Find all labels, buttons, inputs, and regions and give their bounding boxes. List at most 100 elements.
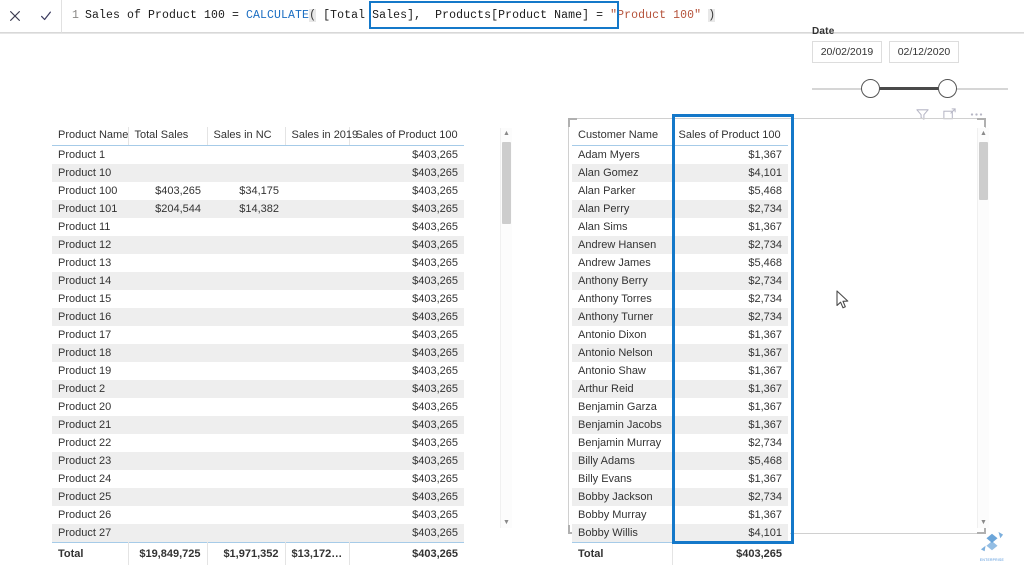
customer-table-scrollbar[interactable]: ▲ ▼ [977,128,989,528]
cell-value: $1,367 [748,473,782,485]
table-row[interactable]: Alan Parker $5,468 [572,182,788,200]
table-row[interactable]: Product 25 $403,265 [52,488,464,506]
table-row[interactable]: Product 100 $403,265 $34,175 $403,265 [52,182,464,200]
scroll-down-icon[interactable]: ▼ [501,517,512,528]
table-row[interactable]: Antonio Shaw $1,367 [572,362,788,380]
total-label: Total [52,542,129,565]
product-table-scrollbar[interactable]: ▲ ▼ [500,128,512,528]
table-row[interactable]: Product 26 $403,265 [52,506,464,524]
table-row[interactable]: Andrew James $5,468 [572,254,788,272]
date-slicer-selected-range [869,87,947,90]
table-row[interactable]: Benjamin Jacobs $1,367 [572,416,788,434]
product-sales-table-body: Product 1 $403,265 Product 10 $403,265 Produ… [52,146,464,543]
table-row[interactable]: Product 10 $403,265 [52,164,464,182]
cell-value [285,470,349,488]
table-row[interactable]: Adam Myers $1,367 [572,146,788,165]
visual-header-toolbar [915,107,984,122]
table-row[interactable]: Bobby Murray $1,367 [572,506,788,524]
total-total-sales: $19,849,725 [128,542,208,565]
cell-value: $403,265 [349,380,464,398]
cell-value [285,434,349,452]
scroll-up-icon[interactable]: ▲ [501,128,512,139]
table-row[interactable]: Product 11 $403,265 [52,218,464,236]
scroll-down-icon[interactable]: ▼ [978,517,989,528]
table-row[interactable]: Product 12 $403,265 [52,236,464,254]
column-header-sales-of-product-100[interactable]: Sales of Product 100 [349,127,464,146]
table-row[interactable]: Anthony Torres $2,734 [572,290,788,308]
column-header-total-sales[interactable]: Total Sales [128,127,208,146]
table-row[interactable]: Bobby Jackson $2,734 [572,488,788,506]
table-row[interactable]: Benjamin Garza $1,367 [572,398,788,416]
cell-value [128,290,207,308]
table-row[interactable]: Antonio Dixon $1,367 [572,326,788,344]
column-header-product-name[interactable]: Product Name [52,127,129,146]
table-row[interactable]: Product 101 $204,544 $14,382 $403,265 [52,200,464,218]
column-header-customer-name[interactable]: Customer Name [572,127,673,146]
resize-handle-top-left[interactable] [568,118,577,127]
table-total-row: Total $403,265 [572,542,788,565]
close-icon[interactable] [4,5,26,27]
cell-value: $5,468 [748,257,782,269]
filter-icon[interactable] [915,107,930,122]
formula-text: 1 Sales of Product 100 = CALCULATE( [Tota… [62,0,716,32]
cell-value: $403,265 [412,509,458,521]
table-row[interactable]: Product 21 $403,265 [52,416,464,434]
cell-value: $403,265 [412,365,458,377]
table-row[interactable]: Alan Perry $2,734 [572,200,788,218]
date-slicer-handle-right[interactable] [938,79,957,98]
table-row[interactable]: Arthur Reid $1,367 [572,380,788,398]
table-row[interactable]: Antonio Nelson $1,367 [572,344,788,362]
cell-value [128,398,207,416]
table-row[interactable]: Product 22 $403,265 [52,434,464,452]
table-row[interactable]: Andrew Hansen $2,734 [572,236,788,254]
table-row[interactable]: Billy Adams $5,468 [572,452,788,470]
customer-sales-table[interactable]: Customer Name Sales of Product 100 Adam … [572,127,790,565]
cell-value: $403,265 [412,221,458,233]
cell-value [207,344,285,362]
cell-value [207,470,285,488]
scrollbar-thumb[interactable] [502,142,511,224]
date-slicer-track[interactable] [812,78,1008,100]
table-row[interactable]: Product 14 $403,265 [52,272,464,290]
cell-value [207,326,285,344]
date-slicer-start-input[interactable]: 20/02/2019 [812,41,882,63]
table-row[interactable]: Bobby Willis $4,101 [572,524,788,543]
table-row[interactable]: Anthony Turner $2,734 [572,308,788,326]
table-row[interactable]: Product 2 $403,265 [52,380,464,398]
table-row[interactable]: Anthony Berry $2,734 [572,272,788,290]
table-row[interactable]: Alan Gomez $4,101 [572,164,788,182]
table-row[interactable]: Product 19 $403,265 [52,362,464,380]
column-header-sales-in-2019[interactable]: Sales in 2019 [285,127,358,146]
checkmark-icon[interactable] [35,5,57,27]
table-row[interactable]: Product 15 $403,265 [52,290,464,308]
table-row[interactable]: Product 23 $403,265 [52,452,464,470]
table-row[interactable]: Product 17 $403,265 [52,326,464,344]
cell-value [128,344,207,362]
date-slicer-handle-left[interactable] [861,79,880,98]
product-sales-table[interactable]: Product Name Total Sales Sales in NC Sal… [52,127,467,565]
cell-value [285,290,349,308]
cell-value [285,164,349,182]
table-row[interactable]: Product 27 $403,265 [52,524,464,543]
cell-name: Andrew James [578,257,651,269]
product-sales-table-grid: Product Name Total Sales Sales in NC Sal… [52,127,464,565]
date-slicer-end-input[interactable]: 02/12/2020 [889,41,959,63]
table-row[interactable]: Product 18 $403,265 [52,344,464,362]
table-row[interactable]: Product 24 $403,265 [52,470,464,488]
table-row[interactable]: Benjamin Murray $2,734 [572,434,788,452]
scrollbar-thumb[interactable] [979,142,988,200]
table-row[interactable]: Product 20 $403,265 [52,398,464,416]
cell-name: Antonio Shaw [578,365,646,377]
more-options-icon[interactable] [969,107,984,122]
table-row[interactable]: Product 1 $403,265 [52,146,464,165]
scroll-up-icon[interactable]: ▲ [978,128,989,139]
column-header-sales-of-product-100[interactable]: Sales of Product 100 [672,127,788,146]
table-row[interactable]: Product 13 $403,265 [52,254,464,272]
table-row[interactable]: Billy Evans $1,367 [572,470,788,488]
cell-value [207,290,285,308]
table-row[interactable]: Product 16 $403,265 [52,308,464,326]
table-row[interactable]: Alan Sims $1,367 [572,218,788,236]
focus-mode-icon[interactable] [942,107,957,122]
column-header-sales-in-nc[interactable]: Sales in NC [207,127,286,146]
date-slicer[interactable]: Date 20/02/2019 02/12/2020 [812,26,1012,98]
